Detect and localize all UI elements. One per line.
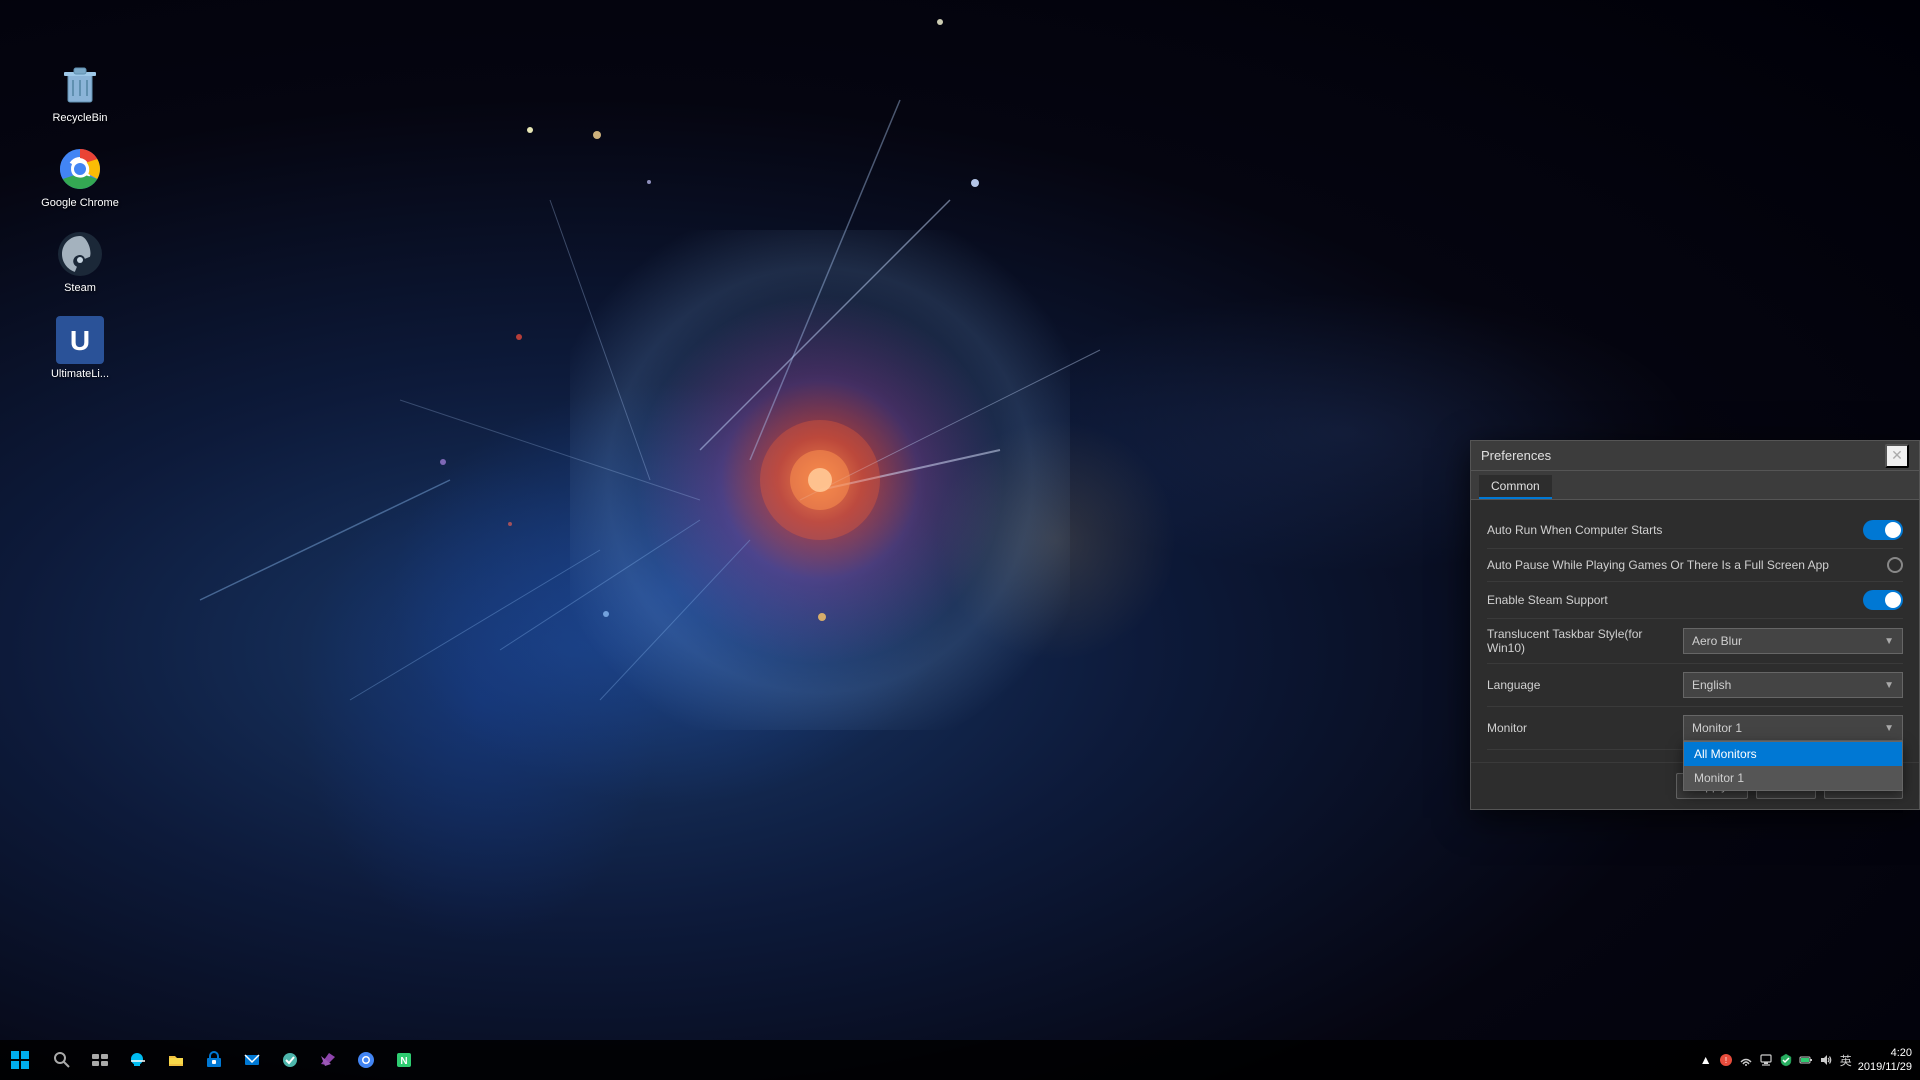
ticktick-icon: [281, 1051, 299, 1069]
taskbar-mail-button[interactable]: [234, 1042, 270, 1078]
setting-monitor: Monitor Monitor 1 ▼ All Monitors Monitor…: [1487, 707, 1903, 750]
tray-language[interactable]: 英: [1838, 1052, 1854, 1069]
taskbar-explorer-button[interactable]: [158, 1042, 194, 1078]
desktop-icon-chrome[interactable]: Google Chrome: [40, 145, 120, 210]
taskbar-ticktick-button[interactable]: [272, 1042, 308, 1078]
setting-language: Language English ▼: [1487, 664, 1903, 707]
dialog-body: Auto Run When Computer Starts Auto Pause…: [1471, 500, 1919, 762]
taskbar-vs-button[interactable]: [310, 1042, 346, 1078]
steam-label: Steam: [64, 282, 96, 295]
chrome-taskbar-icon: [357, 1051, 375, 1069]
steam-support-toggle-track: [1863, 590, 1903, 610]
taskbar-store-button[interactable]: [196, 1042, 232, 1078]
monitor-arrow: ▼: [1884, 723, 1894, 734]
tray-clock[interactable]: 4:20 2019/11/29: [1858, 1046, 1912, 1075]
taskbar-task-view-button[interactable]: [82, 1042, 118, 1078]
task-view-icon: [91, 1051, 109, 1069]
taskbar-search-button[interactable]: [44, 1042, 80, 1078]
steam-support-toggle[interactable]: [1863, 590, 1903, 610]
tray-icon-app1[interactable]: !: [1718, 1052, 1734, 1068]
desktop-icon-recycle-bin[interactable]: RecycleBin: [40, 60, 120, 125]
tray-icon-volume[interactable]: [1818, 1052, 1834, 1068]
taskbar-style-selected[interactable]: Aero Blur ▼: [1683, 628, 1903, 654]
monitor-option-1[interactable]: Monitor 1: [1684, 766, 1902, 790]
setting-auto-pause: Auto Pause While Playing Games Or There …: [1487, 549, 1903, 582]
taskbar-edge-button[interactable]: [120, 1042, 156, 1078]
ultimateli-label: UltimateLi...: [51, 368, 109, 381]
dialog-titlebar: Preferences ✕: [1471, 441, 1919, 471]
desktop-wallpaper-burst: [620, 280, 1020, 680]
setting-taskbar-style: Translucent Taskbar Style(for Win10) Aer…: [1487, 619, 1903, 664]
windows-logo-icon: [10, 1050, 30, 1070]
tray-icon-app3[interactable]: [1758, 1052, 1774, 1068]
taskbar: N ▲ !: [0, 1040, 1920, 1080]
ultimateli-icon: U: [56, 316, 104, 364]
svg-text:U: U: [70, 325, 90, 356]
auto-pause-label: Auto Pause While Playing Games Or There …: [1487, 558, 1887, 572]
recycle-bin-icon: [56, 60, 104, 108]
auto-run-toggle-thumb: [1885, 522, 1901, 538]
taskbar-chrome-button[interactable]: [348, 1042, 384, 1078]
desktop-icons-container: RecycleBin Google Chrome: [40, 60, 120, 381]
tray-shield-icon: [1779, 1053, 1793, 1067]
taskbar-style-dropdown[interactable]: Aero Blur ▼: [1683, 628, 1903, 654]
auto-run-toggle-track: [1863, 520, 1903, 540]
edge-icon: [129, 1051, 147, 1069]
auto-pause-radio[interactable]: [1887, 557, 1903, 573]
monitor-selected[interactable]: Monitor 1 ▼: [1683, 715, 1903, 741]
steam-icon: [56, 230, 104, 278]
tray-network-icon: [1759, 1053, 1773, 1067]
monitor-dropdown[interactable]: Monitor 1 ▼ All Monitors Monitor 1: [1683, 715, 1903, 741]
tab-common[interactable]: Common: [1479, 475, 1552, 499]
monitor-label: Monitor: [1487, 721, 1683, 735]
taskbar-style-label: Translucent Taskbar Style(for Win10): [1487, 627, 1683, 655]
taskbar-tray: ▲ !: [1690, 1046, 1920, 1075]
language-label: Language: [1487, 678, 1683, 692]
volume-icon: [1819, 1053, 1833, 1067]
svg-text:!: !: [1725, 1056, 1727, 1065]
chrome-label: Google Chrome: [41, 197, 119, 210]
tray-battery-icon: [1799, 1053, 1813, 1067]
tray-icon-app5[interactable]: [1798, 1052, 1814, 1068]
language-selected[interactable]: English ▼: [1683, 672, 1903, 698]
dialog-close-button[interactable]: ✕: [1885, 444, 1909, 468]
desktop-icon-ultimateli[interactable]: U UltimateLi...: [40, 316, 120, 381]
tray-icon-up-arrow[interactable]: ▲: [1698, 1052, 1714, 1068]
chrome-icon: [56, 145, 104, 193]
notion-icon: N: [395, 1051, 413, 1069]
taskbar-apps: N: [40, 1042, 1690, 1078]
start-button[interactable]: [0, 1040, 40, 1080]
search-icon: [53, 1051, 71, 1069]
setting-auto-run: Auto Run When Computer Starts: [1487, 512, 1903, 549]
dialog-tabs: Common: [1471, 471, 1919, 500]
tray-icon-app2[interactable]: [1738, 1052, 1754, 1068]
recycle-bin-label: RecycleBin: [52, 112, 107, 125]
desktop-icon-steam[interactable]: Steam: [40, 230, 120, 295]
mail-icon: [243, 1051, 261, 1069]
steam-support-label: Enable Steam Support: [1487, 593, 1863, 607]
tray-wifi-icon: [1739, 1053, 1753, 1067]
folder-icon: [167, 1051, 185, 1069]
store-icon: [205, 1051, 223, 1069]
language-arrow: ▼: [1884, 680, 1894, 691]
dialog-title: Preferences: [1481, 448, 1885, 463]
tray-antivirus-icon: !: [1719, 1053, 1733, 1067]
language-dropdown[interactable]: English ▼: [1683, 672, 1903, 698]
monitor-option-all[interactable]: All Monitors: [1684, 742, 1902, 766]
visual-studio-icon: [319, 1051, 337, 1069]
tray-icons-container: ▲ !: [1698, 1052, 1854, 1069]
auto-run-toggle[interactable]: [1863, 520, 1903, 540]
monitor-dropdown-menu: All Monitors Monitor 1: [1683, 741, 1903, 791]
auto-run-label: Auto Run When Computer Starts: [1487, 523, 1863, 537]
taskbar-notion-button[interactable]: N: [386, 1042, 422, 1078]
preferences-dialog: Preferences ✕ Common Auto Run When Compu…: [1470, 440, 1920, 810]
setting-steam-support: Enable Steam Support: [1487, 582, 1903, 619]
tray-icon-app4[interactable]: [1778, 1052, 1794, 1068]
steam-support-toggle-thumb: [1885, 592, 1901, 608]
taskbar-style-arrow: ▼: [1884, 636, 1894, 647]
svg-text:N: N: [400, 1056, 407, 1067]
